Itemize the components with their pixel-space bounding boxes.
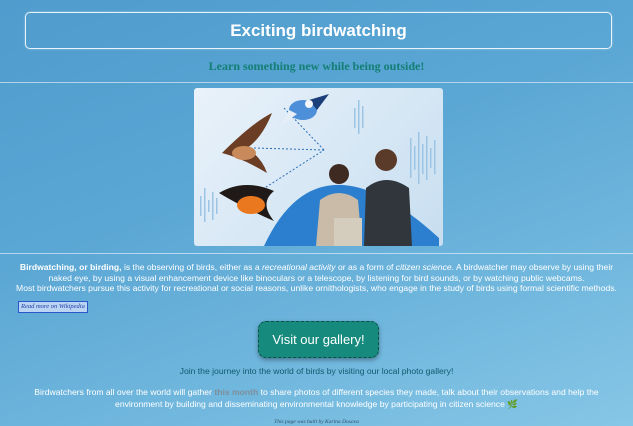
birdwatching-illustration-icon [200,94,439,246]
birdwatchers-text-1: Birdwatchers from all over the world wil… [34,387,215,397]
description-activity: recreational activity [262,262,336,272]
divider-top [0,82,633,83]
divider-middle [0,253,633,254]
page-title-text: Exciting birdwatching [230,20,407,40]
page-subtitle: Learn something new while being outside! [208,59,425,73]
description-term: Birdwatching, or birding, [19,262,122,272]
visit-gallery-button[interactable]: Visit our gallery! [258,321,379,358]
journey-text: Join the journey into the world of birds… [179,366,454,376]
description-science: citizen science [395,262,452,272]
hero-image [194,88,443,246]
page-title: Exciting birdwatching [25,12,612,49]
wikipedia-link[interactable]: Read more on Wikipedia [18,301,88,313]
description-text-1: is the observing of birds, either as a [121,262,263,272]
footer-credit: This page was built by Karina Dosova [274,419,359,425]
description-line-2: Most birdwatchers pursue this activity f… [16,283,617,294]
description: Birdwatching, or birding, is the observi… [8,262,625,294]
description-text-2: or as a form of [335,262,396,272]
this-month-highlight: this month [214,387,259,397]
leaf-icon: 🌿 [507,398,518,409]
birdwatchers-text: Birdwatchers from all over the world wil… [30,387,603,410]
